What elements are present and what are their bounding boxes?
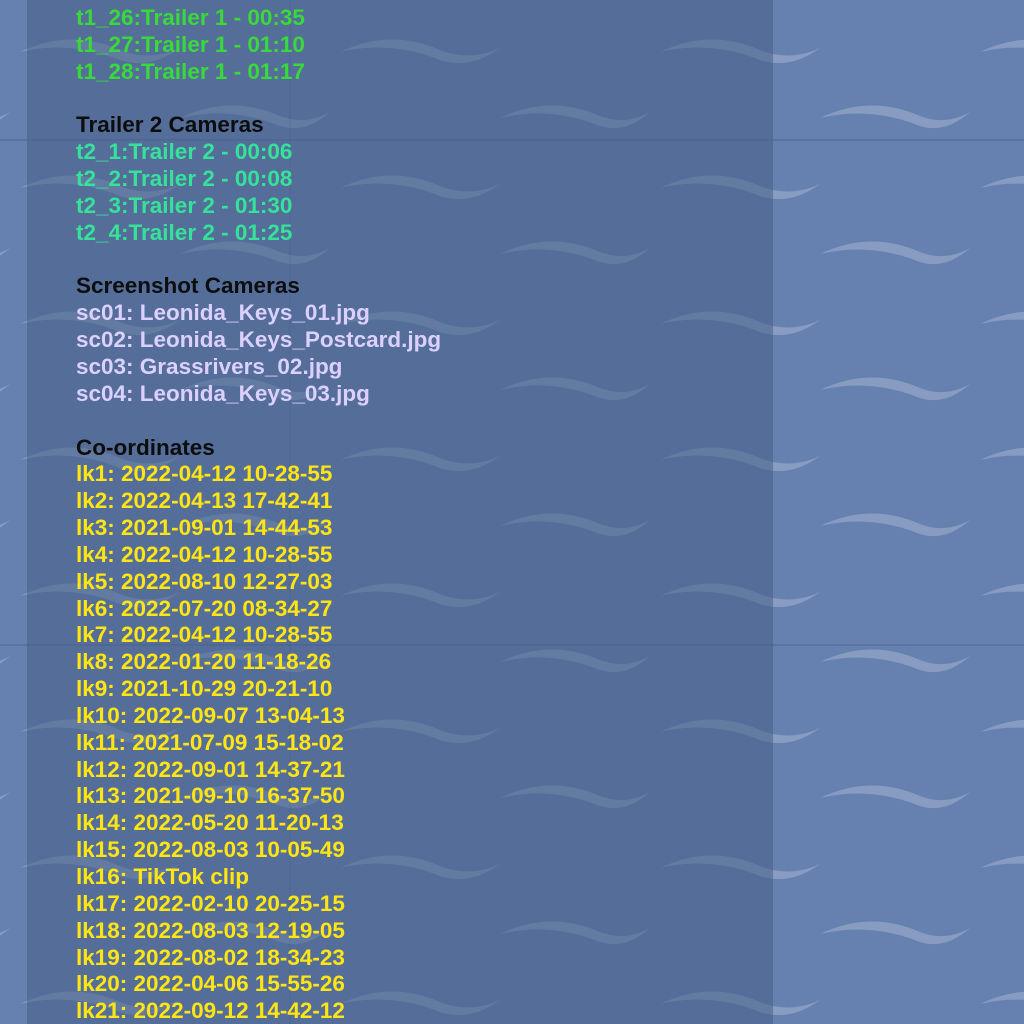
coordinate-item: lk11: 2021-07-09 15-18-02 <box>76 729 344 755</box>
screenshot-item: sc04: Leonida_Keys_03.jpg <box>76 380 370 406</box>
coordinate-item: lk7: 2022-04-12 10-28-55 <box>76 622 333 648</box>
coordinate-item: lk14: 2022-05-20 11-20-13 <box>76 810 344 836</box>
trailer-2-section: Trailer 2 Cameras t2_1:Trailer 2 - 00:06… <box>76 112 766 246</box>
coordinate-item: lk5: 2022-08-10 12-27-03 <box>76 568 333 594</box>
screenshot-item: sc01: Leonida_Keys_01.jpg <box>76 300 370 326</box>
trailer-1-item: t1_27:Trailer 1 - 01:10 <box>76 31 305 57</box>
trailer-2-item: t2_1:Trailer 2 - 00:06 <box>76 139 293 165</box>
coordinate-item: lk17: 2022-02-10 20-25-15 <box>76 890 345 916</box>
screenshot-heading: Screenshot Cameras <box>76 273 300 299</box>
camera-list: t1_26:Trailer 1 - 00:35 t1_27:Trailer 1 … <box>76 5 766 1024</box>
coordinate-item: lk21: 2022-09-12 14-42-12 <box>76 998 345 1024</box>
coordinate-item: lk20: 2022-04-06 15-55-26 <box>76 971 345 997</box>
coordinate-item: lk18: 2022-08-03 12-19-05 <box>76 917 345 943</box>
screenshot-item: sc02: Leonida_Keys_Postcard.jpg <box>76 327 442 353</box>
coordinate-item: lk19: 2022-08-02 18-34-23 <box>76 944 345 970</box>
trailer-2-item: t2_3:Trailer 2 - 01:30 <box>76 192 293 218</box>
trailer-1-item: t1_28:Trailer 1 - 01:17 <box>76 58 305 84</box>
coordinate-item: lk8: 2022-01-20 11-18-26 <box>76 649 332 675</box>
coordinate-item: lk9: 2021-10-29 20-21-10 <box>76 676 333 702</box>
coordinate-item: lk4: 2022-04-12 10-28-55 <box>76 541 333 567</box>
trailer-1-section: t1_26:Trailer 1 - 00:35 t1_27:Trailer 1 … <box>76 5 766 86</box>
trailer-1-item: t1_26:Trailer 1 - 00:35 <box>76 5 305 30</box>
trailer-2-item: t2_4:Trailer 2 - 01:25 <box>76 219 293 245</box>
screenshot-item: sc03: Grassrivers_02.jpg <box>76 353 343 379</box>
coordinate-item: lk12: 2022-09-01 14-37-21 <box>76 756 345 782</box>
trailer-2-heading: Trailer 2 Cameras <box>76 112 264 138</box>
coordinate-item: lk13: 2021-09-10 16-37-50 <box>76 783 345 809</box>
coordinate-item: lk10: 2022-09-07 13-04-13 <box>76 702 345 728</box>
trailer-2-item: t2_2:Trailer 2 - 00:08 <box>76 166 293 192</box>
coordinate-item: lk16: TikTok clip <box>76 864 249 889</box>
coordinates-heading: Co-ordinates <box>76 434 215 460</box>
coordinate-item: lk6: 2022-07-20 08-34-27 <box>76 595 333 621</box>
coordinate-item: lk1: 2022-04-12 10-28-55 <box>76 461 333 487</box>
coordinate-item: lk2: 2022-04-13 17-42-41 <box>76 488 333 514</box>
coordinates-section: Co-ordinates lk1: 2022-04-12 10-28-55 lk… <box>76 435 766 1024</box>
coordinate-item: lk3: 2021-09-01 14-44-53 <box>76 515 333 541</box>
screenshot-section: Screenshot Cameras sc01: Leonida_Keys_01… <box>76 273 766 407</box>
coordinate-item: lk15: 2022-08-03 10-05-49 <box>76 837 345 863</box>
